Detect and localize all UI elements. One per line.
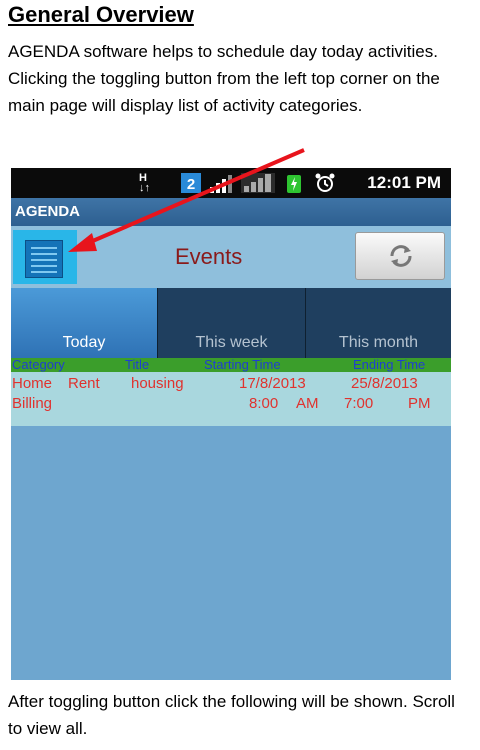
table-cell: Home <box>12 375 53 392</box>
table-cell: 25/8/2013 <box>351 375 418 392</box>
status-time: 12:01 PM <box>367 173 441 192</box>
intro-paragraph: AGENDA software helps to schedule day to… <box>8 42 440 115</box>
refresh-icon <box>390 245 412 267</box>
events-list: Home Rent housing 17/8/2013 25/8/2013 Bi… <box>11 372 451 426</box>
alarm-icon <box>315 173 335 192</box>
svg-text:2: 2 <box>187 176 195 193</box>
column-header: Title <box>125 357 150 372</box>
app-title-bar: AGENDA <box>11 198 451 226</box>
list-menu-icon <box>25 240 63 278</box>
battery-charging-icon <box>287 175 301 193</box>
wifi-bars-icon <box>241 173 275 193</box>
network-2-icon: 2 <box>181 173 201 193</box>
tab-this-month[interactable]: This month <box>305 288 451 358</box>
column-header: Category <box>12 357 65 372</box>
events-title: Events <box>175 244 243 269</box>
tab-this-week[interactable]: This week <box>157 288 305 358</box>
phone-screenshot: H ↓↑ 2 12:01 PM AGENDA Events Today This … <box>11 168 451 680</box>
signal-bars-icon <box>210 175 232 193</box>
table-cell: housing <box>131 375 184 392</box>
table-header: Category Title Starting Time Ending Time <box>11 358 451 372</box>
table-cell: 17/8/2013 <box>239 375 306 392</box>
app-title: AGENDA <box>15 203 81 220</box>
table-cell: 8:00 <box>249 395 279 412</box>
tab-label: Today <box>62 334 106 351</box>
status-bar: H ↓↑ 2 12:01 PM <box>11 168 451 198</box>
outro-paragraph: After toggling button click the followin… <box>8 692 455 738</box>
table-cell: Rent <box>68 375 100 392</box>
section-heading: General Overview <box>8 2 194 27</box>
column-header: Starting Time <box>204 357 281 372</box>
data-arrows-icon: H ↓↑ <box>139 172 150 194</box>
toggle-menu-button[interactable] <box>13 230 77 284</box>
table-cell: Billing <box>12 395 53 412</box>
tab-today[interactable]: Today <box>11 288 157 358</box>
table-cell: 7:00 <box>344 395 374 412</box>
table-cell: AM <box>296 395 319 412</box>
period-tabs: Today This week This month <box>11 288 451 358</box>
column-header: Ending Time <box>353 357 426 372</box>
refresh-button[interactable] <box>355 232 445 280</box>
tab-label: This month <box>338 334 419 351</box>
table-row[interactable]: Home Rent housing 17/8/2013 25/8/2013 <box>11 375 451 395</box>
table-cell: PM <box>408 395 431 412</box>
tab-label: This week <box>195 334 268 351</box>
table-row[interactable]: Billing 8:00 AM 7:00 PM <box>11 395 451 415</box>
events-toolbar: Events <box>11 226 451 288</box>
